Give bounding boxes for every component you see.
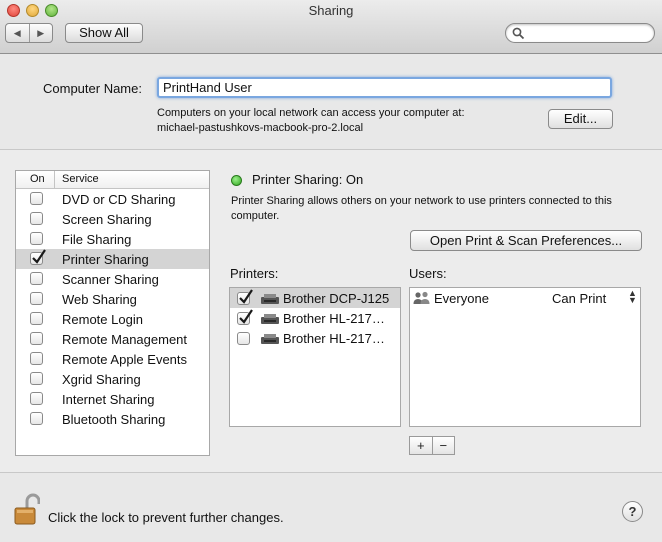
- back-arrow-icon: ◀: [13, 27, 21, 38]
- service-row[interactable]: Bluetooth Sharing: [16, 409, 209, 429]
- service-label: Xgrid Sharing: [62, 372, 141, 387]
- status-indicator-icon: [231, 175, 242, 186]
- printer-rows: Brother DCP-J125 Brother HL-217… Brother H…: [230, 288, 400, 348]
- service-label: DVD or CD Sharing: [62, 192, 176, 207]
- checkmark-icon: [239, 289, 253, 304]
- show-all-button[interactable]: Show All: [65, 23, 143, 43]
- service-list: On Service DVD or CD Sharing Screen Shari…: [15, 170, 210, 456]
- service-row[interactable]: DVD or CD Sharing: [16, 189, 209, 209]
- service-row[interactable]: Remote Login: [16, 309, 209, 329]
- service-rows: DVD or CD Sharing Screen Sharing File Shar…: [16, 189, 209, 429]
- column-divider: [54, 171, 55, 188]
- service-checkbox[interactable]: [30, 192, 43, 205]
- back-forward-control: ◀ ▶: [5, 23, 53, 43]
- checkmark-icon: [239, 309, 253, 324]
- printer-row[interactable]: Brother DCP-J125: [230, 288, 400, 308]
- add-remove-user-control: + −: [409, 436, 455, 455]
- service-row[interactable]: File Sharing: [16, 229, 209, 249]
- group-icon: [413, 291, 431, 308]
- service-row[interactable]: Xgrid Sharing: [16, 369, 209, 389]
- service-checkbox[interactable]: [30, 272, 43, 285]
- service-row[interactable]: Remote Apple Events: [16, 349, 209, 369]
- service-label: Printer Sharing: [62, 252, 149, 267]
- service-label: Screen Sharing: [62, 212, 152, 227]
- service-checkbox[interactable]: [30, 212, 43, 225]
- users-list: Everyone Can Print ▲ ▼: [409, 287, 641, 427]
- printer-checkbox[interactable]: [237, 289, 253, 305]
- service-label: Remote Apple Events: [62, 352, 188, 367]
- computer-name-field[interactable]: PrintHand User: [157, 77, 612, 98]
- service-checkbox[interactable]: [30, 292, 43, 305]
- add-user-button[interactable]: +: [410, 437, 432, 454]
- edit-button[interactable]: Edit...: [548, 109, 613, 129]
- user-name: Everyone: [434, 291, 489, 306]
- service-description: Printer Sharing allows others on your ne…: [231, 195, 612, 222]
- users-label: Users:: [409, 266, 447, 281]
- search-input[interactable]: [505, 23, 655, 43]
- service-row[interactable]: Screen Sharing: [16, 209, 209, 229]
- computer-address-info: Computers on your local network can acce…: [157, 106, 465, 136]
- lock-message: Click the lock to prevent further change…: [48, 510, 284, 525]
- service-label: Remote Login: [62, 312, 143, 327]
- service-checkbox[interactable]: [30, 352, 43, 365]
- service-list-header: On Service: [16, 171, 209, 189]
- printer-icon: [260, 293, 280, 308]
- printer-row[interactable]: Brother HL-217…: [230, 328, 400, 348]
- column-header-on[interactable]: On: [30, 173, 45, 185]
- service-row[interactable]: Printer Sharing: [16, 249, 209, 269]
- service-checkbox[interactable]: [30, 412, 43, 425]
- service-row[interactable]: Internet Sharing: [16, 389, 209, 409]
- forward-button[interactable]: ▶: [28, 24, 53, 42]
- lock-icon[interactable]: [14, 493, 41, 530]
- printer-checkbox[interactable]: [237, 332, 250, 345]
- printers-list: Brother DCP-J125 Brother HL-217… Brother H…: [229, 287, 401, 427]
- service-label: Web Sharing: [62, 292, 137, 307]
- forward-arrow-icon: ▶: [37, 27, 45, 38]
- printer-row[interactable]: Brother HL-217…: [230, 308, 400, 328]
- window-titlebar: Sharing ◀ ▶ Show All: [0, 0, 662, 54]
- service-checkbox[interactable]: [30, 232, 43, 245]
- address-info-line: Computers on your local network can acce…: [157, 107, 465, 119]
- service-checkbox[interactable]: [30, 332, 43, 345]
- back-button[interactable]: ◀: [6, 24, 29, 42]
- local-hostname: michael-pastushkovs-macbook-pro-2.local: [157, 122, 364, 134]
- service-row[interactable]: Web Sharing: [16, 289, 209, 309]
- search-icon: [512, 27, 525, 40]
- service-status-title: Printer Sharing: On: [252, 172, 364, 187]
- service-row[interactable]: Scanner Sharing: [16, 269, 209, 289]
- window-title: Sharing: [308, 3, 354, 18]
- service-label: Internet Sharing: [62, 392, 155, 407]
- popup-arrows-icon[interactable]: ▲ ▼: [628, 289, 637, 305]
- service-label: Scanner Sharing: [62, 272, 159, 287]
- user-permission-popup[interactable]: Can Print: [552, 291, 606, 306]
- checkmark-icon: [32, 249, 46, 264]
- printer-name: Brother DCP-J125: [283, 291, 390, 306]
- user-row[interactable]: Everyone Can Print ▲ ▼: [410, 288, 640, 308]
- column-header-service[interactable]: Service: [62, 173, 99, 185]
- printer-icon: [260, 313, 280, 328]
- user-rows: Everyone Can Print ▲ ▼: [410, 288, 640, 308]
- bottom-bar: Click the lock to prevent further change…: [0, 472, 662, 542]
- printer-name: Brother HL-217…: [283, 331, 385, 346]
- printer-checkbox[interactable]: [237, 309, 253, 325]
- computer-name-section: Computer Name: PrintHand User Computers …: [0, 54, 662, 150]
- printer-name: Brother HL-217…: [283, 311, 385, 326]
- service-checkbox[interactable]: [30, 249, 46, 265]
- service-label: Remote Management: [62, 332, 188, 347]
- printers-label: Printers:: [230, 266, 279, 281]
- service-label: File Sharing: [62, 232, 132, 247]
- service-label: Bluetooth Sharing: [62, 412, 166, 427]
- computer-name-label: Computer Name:: [43, 81, 142, 96]
- remove-user-button[interactable]: −: [431, 437, 455, 454]
- service-row[interactable]: Remote Management: [16, 329, 209, 349]
- service-checkbox[interactable]: [30, 372, 43, 385]
- service-checkbox[interactable]: [30, 392, 43, 405]
- help-button[interactable]: ?: [622, 501, 643, 522]
- service-checkbox[interactable]: [30, 312, 43, 325]
- open-print-scan-preferences-button[interactable]: Open Print & Scan Preferences...: [410, 230, 642, 251]
- printer-icon: [260, 333, 280, 348]
